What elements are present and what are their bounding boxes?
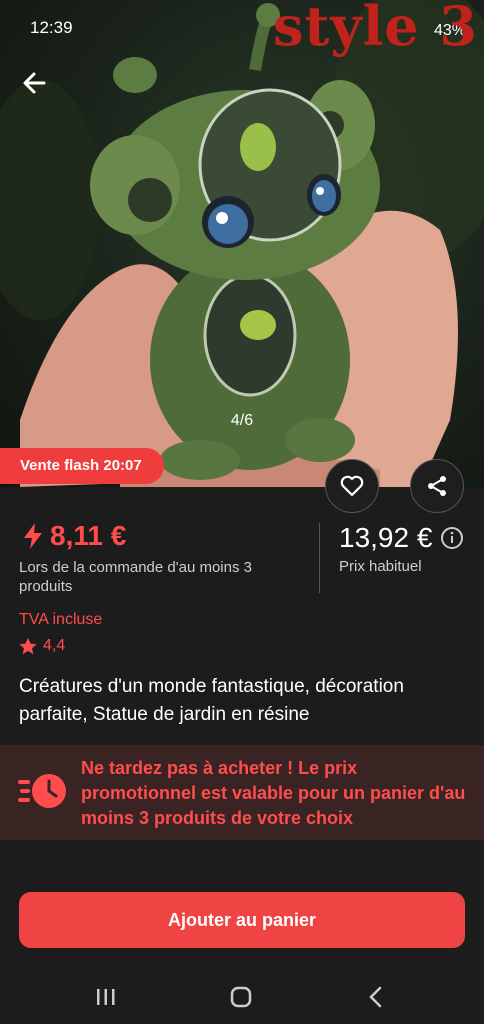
flash-sale-tag: Vente flash 20:07 xyxy=(0,448,164,484)
timer-icon xyxy=(18,774,66,808)
partially-hidden-row xyxy=(20,866,464,882)
gallery-page-counter: 4/6 xyxy=(230,412,254,429)
style-watermark: style 3 xyxy=(273,0,478,58)
info-icon[interactable] xyxy=(440,526,464,550)
back-button[interactable] xyxy=(18,66,52,100)
heart-icon xyxy=(340,475,364,497)
price-divider xyxy=(319,523,320,593)
urgency-message: Ne tardez pas à acheter ! Le prix promot… xyxy=(81,758,466,828)
lightning-icon xyxy=(24,523,42,549)
regular-price: 13,92 € xyxy=(339,522,464,554)
home-button[interactable] xyxy=(221,980,261,1014)
home-icon xyxy=(230,986,252,1008)
vat-included-label: TVA incluse xyxy=(19,611,103,628)
product-title: Créatures d'un monde fantastique, décora… xyxy=(19,676,404,725)
regular-price-label: Prix habituel xyxy=(339,558,422,575)
regular-price-value: 13,92 € xyxy=(339,522,433,553)
status-time: 12:39 xyxy=(30,18,73,37)
add-to-cart-button[interactable]: Ajouter au panier xyxy=(19,892,465,948)
promo-price-value: 8,11 € xyxy=(50,520,127,551)
share-button[interactable] xyxy=(410,459,464,513)
product-rating[interactable]: 4,4 xyxy=(19,637,65,655)
recents-button[interactable] xyxy=(86,980,126,1014)
star-icon xyxy=(19,637,37,654)
back-arrow-icon xyxy=(23,72,46,94)
rating-value: 4,4 xyxy=(43,637,66,654)
wishlist-button[interactable] xyxy=(325,459,379,513)
nav-back-button[interactable] xyxy=(356,980,396,1014)
promo-price-condition: Lors de la commande d'au moins 3 produit… xyxy=(19,559,252,595)
recents-icon xyxy=(97,989,115,1005)
nav-back-icon xyxy=(369,986,382,1008)
promo-price: 8,11 € xyxy=(22,520,126,552)
share-icon xyxy=(428,476,446,496)
